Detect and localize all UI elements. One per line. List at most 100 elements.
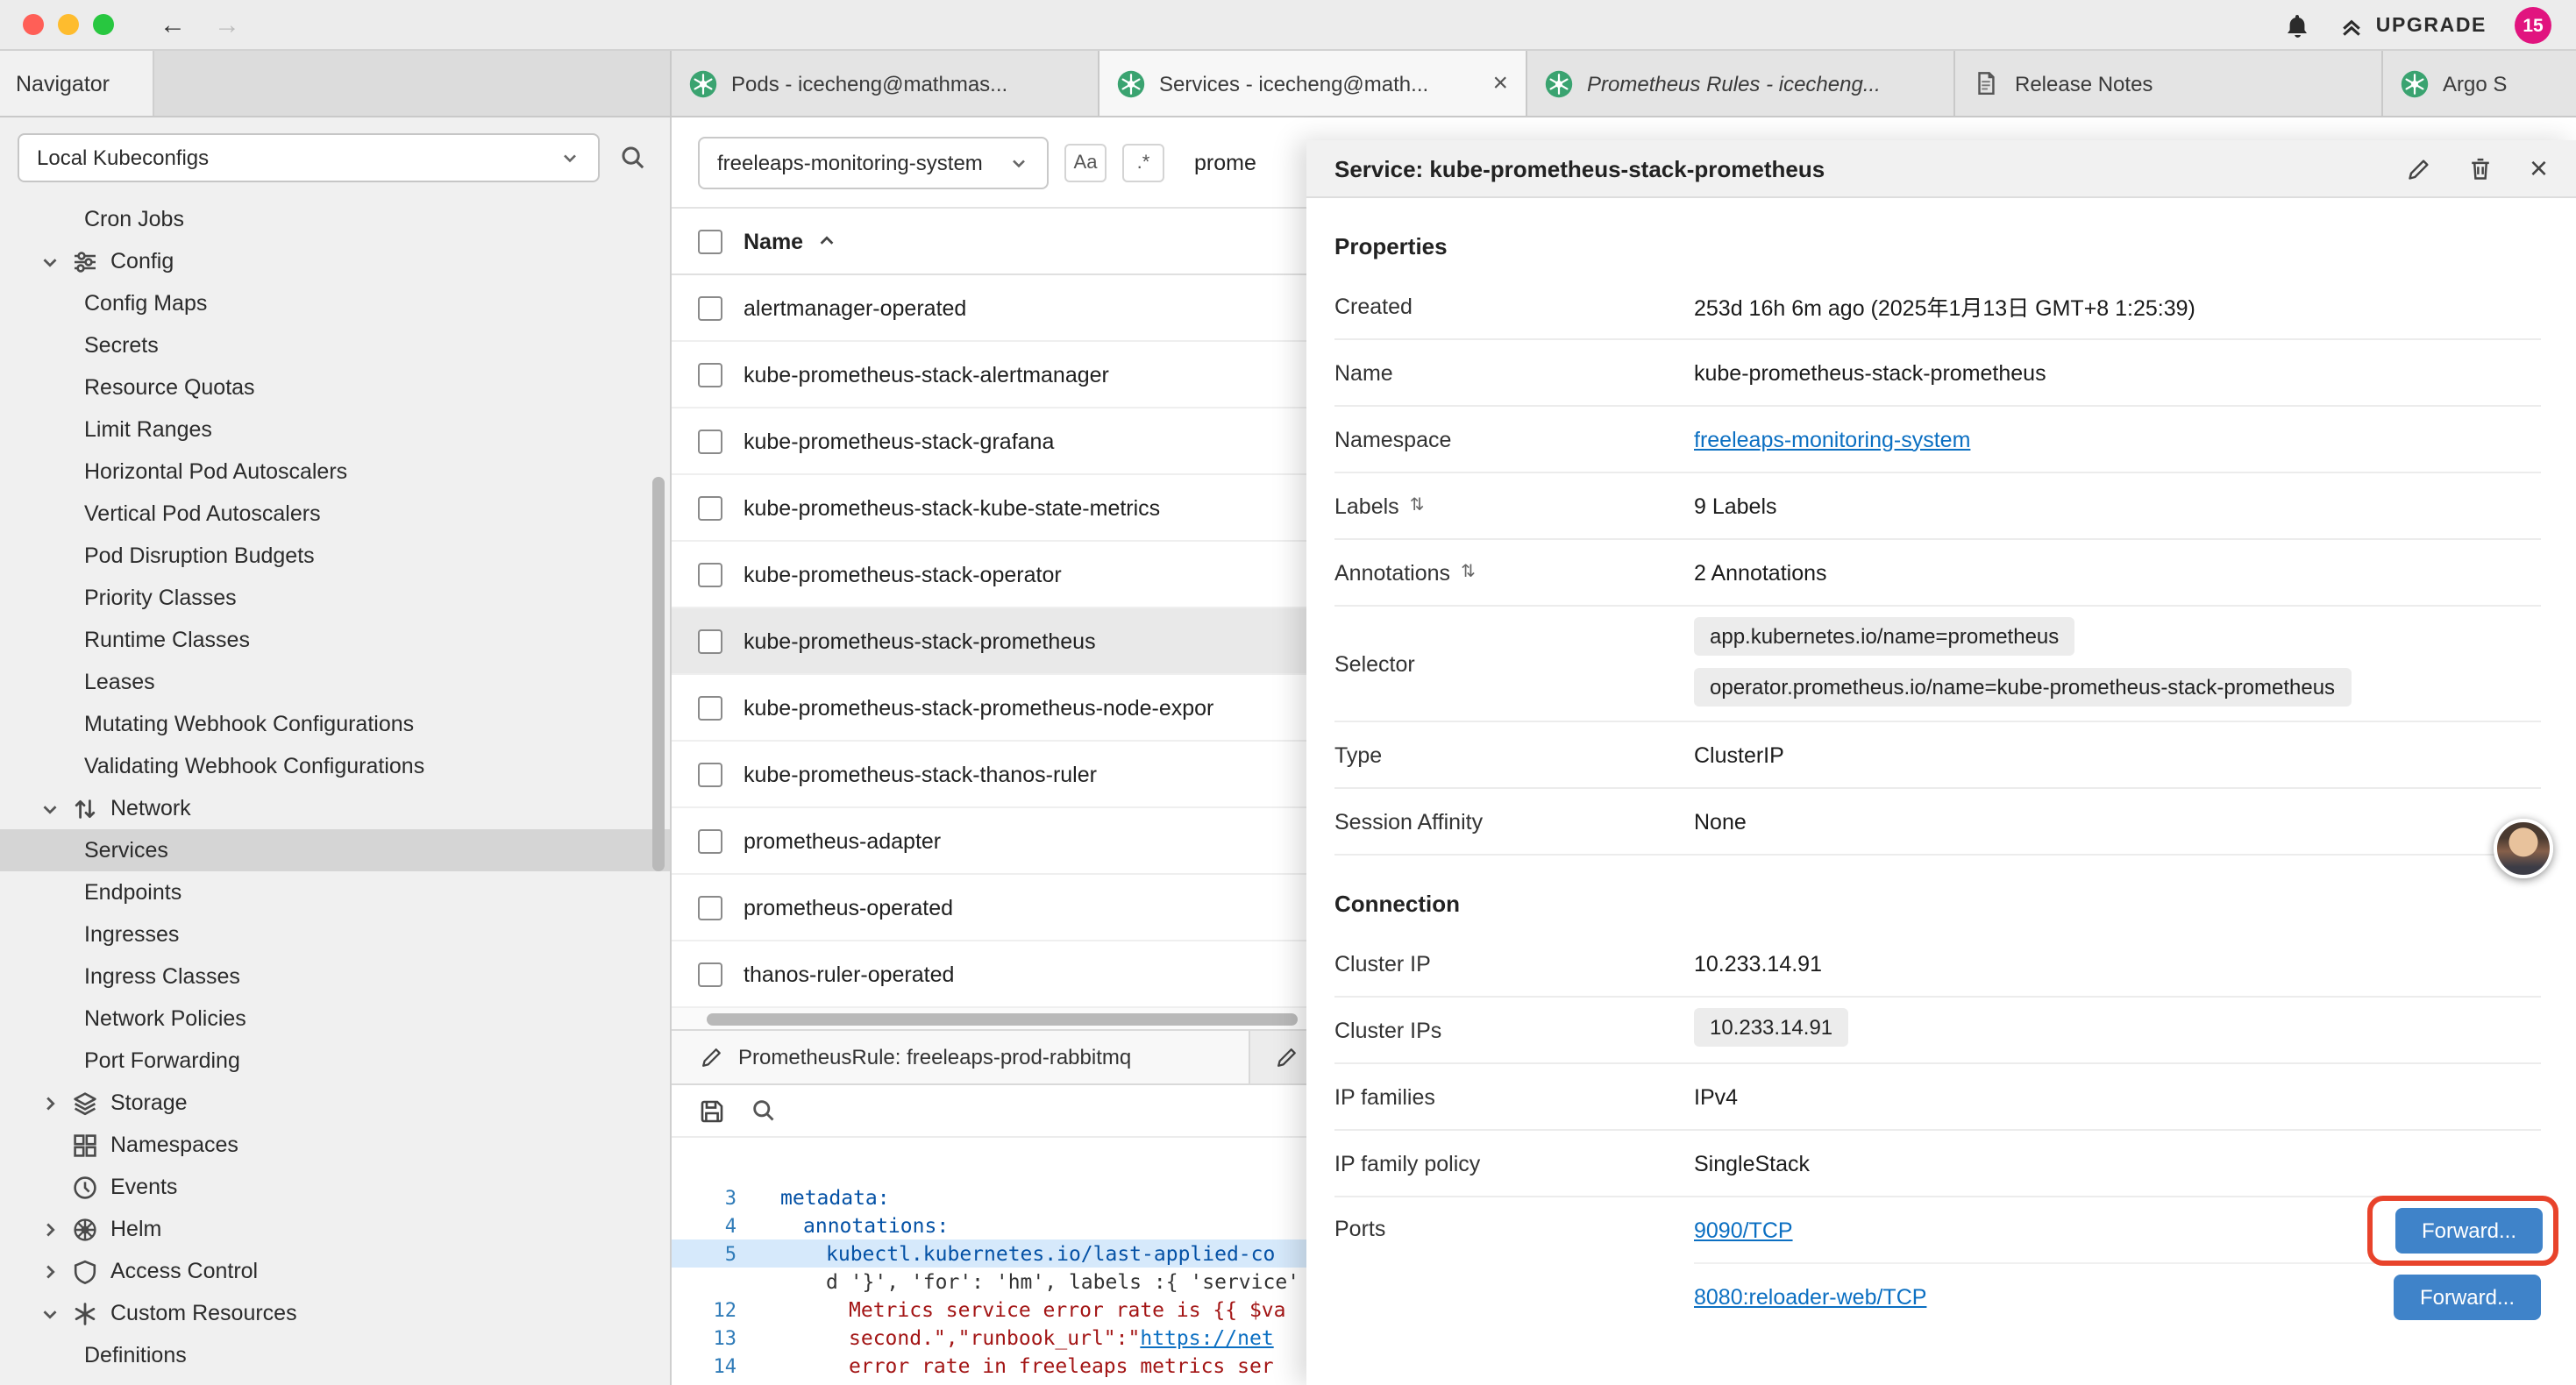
search-input[interactable]: prome [1194,150,1256,174]
sidebar-item-label: Cron Jobs [84,207,184,231]
sidebar-item-services[interactable]: Services [0,829,670,871]
row-checkbox[interactable] [698,495,722,520]
sidebar-item-ingresses[interactable]: Ingresses [0,913,670,955]
sidebar-item-resource-quotas[interactable]: Resource Quotas [0,366,670,408]
sidebar-item-access-control[interactable]: Access Control [0,1250,670,1292]
detail-row-selector: Selectorapp.kubernetes.io/name=prometheu… [1334,607,2541,722]
row-checkbox[interactable] [698,562,722,586]
sidebar-item-endpoints[interactable]: Endpoints [0,871,670,913]
sidebar-item-config-maps[interactable]: Config Maps [0,282,670,324]
chevron-down-icon[interactable] [39,797,63,820]
tab-release-notes[interactable]: Release Notes [1955,51,2383,116]
sidebar-item-pod-disruption-budgets[interactable]: Pod Disruption Budgets [0,535,670,577]
section-heading-properties: Properties [1334,233,2541,259]
row-checkbox[interactable] [698,695,722,720]
namespace-filter-select[interactable]: freeleaps-monitoring-system [698,136,1049,188]
row-checkbox[interactable] [698,828,722,853]
sidebar-item-port-forwarding[interactable]: Port Forwarding [0,1040,670,1082]
sidebar-item-cron-jobs[interactable]: Cron Jobs [0,198,670,240]
scrollbar-thumb[interactable] [707,1012,1298,1025]
tab-pods-icecheng-mathmas[interactable]: Pods - icecheng@mathmas... [672,51,1099,116]
sidebar-item-leases[interactable]: Leases [0,661,670,703]
events-icon [72,1174,102,1200]
sidebar-item-helm[interactable]: Helm [0,1208,670,1250]
sidebar-item-namespaces[interactable]: Namespaces [0,1124,670,1166]
sidebar-item-label: Network Policies [84,1006,246,1031]
sidebar-scrollbar[interactable] [652,477,665,871]
search-icon[interactable] [619,144,647,172]
chevron-down-icon[interactable] [39,1302,63,1325]
document-icon [1973,69,2001,97]
minimize-window-button[interactable] [58,14,79,35]
row-checkbox[interactable] [698,962,722,986]
code-token: annotations: [803,1213,949,1238]
sidebar-item-ingress-classes[interactable]: Ingress Classes [0,955,670,998]
sidebar-item-validating-webhook-configurations[interactable]: Validating Webhook Configurations [0,745,670,787]
tab-prometheus-rules-icecheng[interactable]: Prometheus Rules - icecheng... [1527,51,1955,116]
search-icon[interactable] [751,1097,777,1124]
forward-button[interactable]: Forward... [2394,1275,2541,1320]
sidebar-item-runtime-classes[interactable]: Runtime Classes [0,619,670,661]
chevron-right-icon[interactable] [39,1260,63,1282]
port-link[interactable]: 9090/TCP [1694,1218,1793,1242]
chevron-right-icon[interactable] [39,1218,63,1240]
notification-count-badge[interactable]: 15 [2515,7,2551,44]
close-tab-icon[interactable]: × [1492,68,1508,98]
maximize-window-button[interactable] [93,14,114,35]
namespace-link[interactable]: freeleaps-monitoring-system [1694,427,1970,451]
expand-toggle-icon[interactable]: ⇅ [1461,563,1476,582]
upgrade-button[interactable]: UPGRADE [2339,13,2487,38]
sidebar-item-label: Network [110,796,191,820]
sidebar-item-network-policies[interactable]: Network Policies [0,998,670,1040]
sidebar-item-horizontal-pod-autoscalers[interactable]: Horizontal Pod Autoscalers [0,451,670,493]
edit-icon[interactable] [2407,155,2433,181]
sidebar-item-custom-resources[interactable]: Custom Resources [0,1292,670,1334]
row-checkbox[interactable] [698,295,722,320]
sidebar-item-priority-classes[interactable]: Priority Classes [0,577,670,619]
sidebar-item-mutating-webhook-configurations[interactable]: Mutating Webhook Configurations [0,703,670,745]
row-checkbox[interactable] [698,429,722,453]
dock-tab-prometheusrule[interactable]: PrometheusRule: freeleaps-prod-rabbitmq [672,1031,1250,1083]
notifications-bell-icon[interactable] [2283,11,2311,39]
user-avatar[interactable] [2494,819,2553,878]
match-case-toggle[interactable]: Aa [1064,143,1107,181]
sidebar-item-label: Priority Classes [84,586,237,610]
sidebar-item-secrets[interactable]: Secrets [0,324,670,366]
close-icon[interactable]: × [2530,153,2548,184]
back-arrow-icon[interactable]: ← [160,11,186,38]
sidebar-item-network[interactable]: Network [0,787,670,829]
port-link[interactable]: 8080:reloader-web/TCP [1694,1285,1926,1310]
forward-arrow-icon[interactable]: → [214,11,240,38]
sidebar-item-label: Services [84,838,168,863]
sidebar-item-definitions[interactable]: Definitions [0,1334,670,1376]
sidebar-item-label: Ingresses [84,922,179,947]
expand-toggle-icon[interactable]: ⇅ [1410,496,1425,515]
kubeconfig-selector[interactable]: Local Kubeconfigs [18,133,600,182]
sidebar-item-vertical-pod-autoscalers[interactable]: Vertical Pod Autoscalers [0,493,670,535]
tab-argo-s[interactable]: Argo S [2383,51,2576,116]
sidebar-item-storage[interactable]: Storage [0,1082,670,1124]
chevron-right-icon[interactable] [39,1091,63,1114]
line-number: 12 [672,1298,758,1321]
code-token: kubectl.kubernetes.io/last-applied-co [826,1241,1275,1266]
trash-icon[interactable] [2468,155,2494,181]
sidebar-item-label: Resource Quotas [84,375,255,400]
select-all-checkbox[interactable] [698,229,722,253]
port-line: 9090/TCP Forward... [1694,1197,2541,1264]
tab-services-icecheng-math[interactable]: Services - icecheng@math...× [1099,51,1527,116]
sidebar-item-config[interactable]: Config [0,240,670,282]
sidebar-item-events[interactable]: Events [0,1166,670,1208]
chevron-down-icon[interactable] [39,250,63,273]
row-checkbox[interactable] [698,362,722,387]
sidebar-item-limit-ranges[interactable]: Limit Ranges [0,408,670,451]
kubernetes-icon [2401,69,2429,97]
row-checkbox[interactable] [698,762,722,786]
dock-tab-next[interactable] [1250,1031,1299,1083]
row-checkbox[interactable] [698,895,722,920]
name-column-header[interactable]: Name [744,229,803,253]
close-window-button[interactable] [23,14,44,35]
row-checkbox[interactable] [698,629,722,653]
save-icon[interactable] [698,1097,726,1125]
regex-toggle[interactable]: .* [1122,143,1164,181]
forward-button[interactable]: Forward... [2395,1207,2543,1253]
